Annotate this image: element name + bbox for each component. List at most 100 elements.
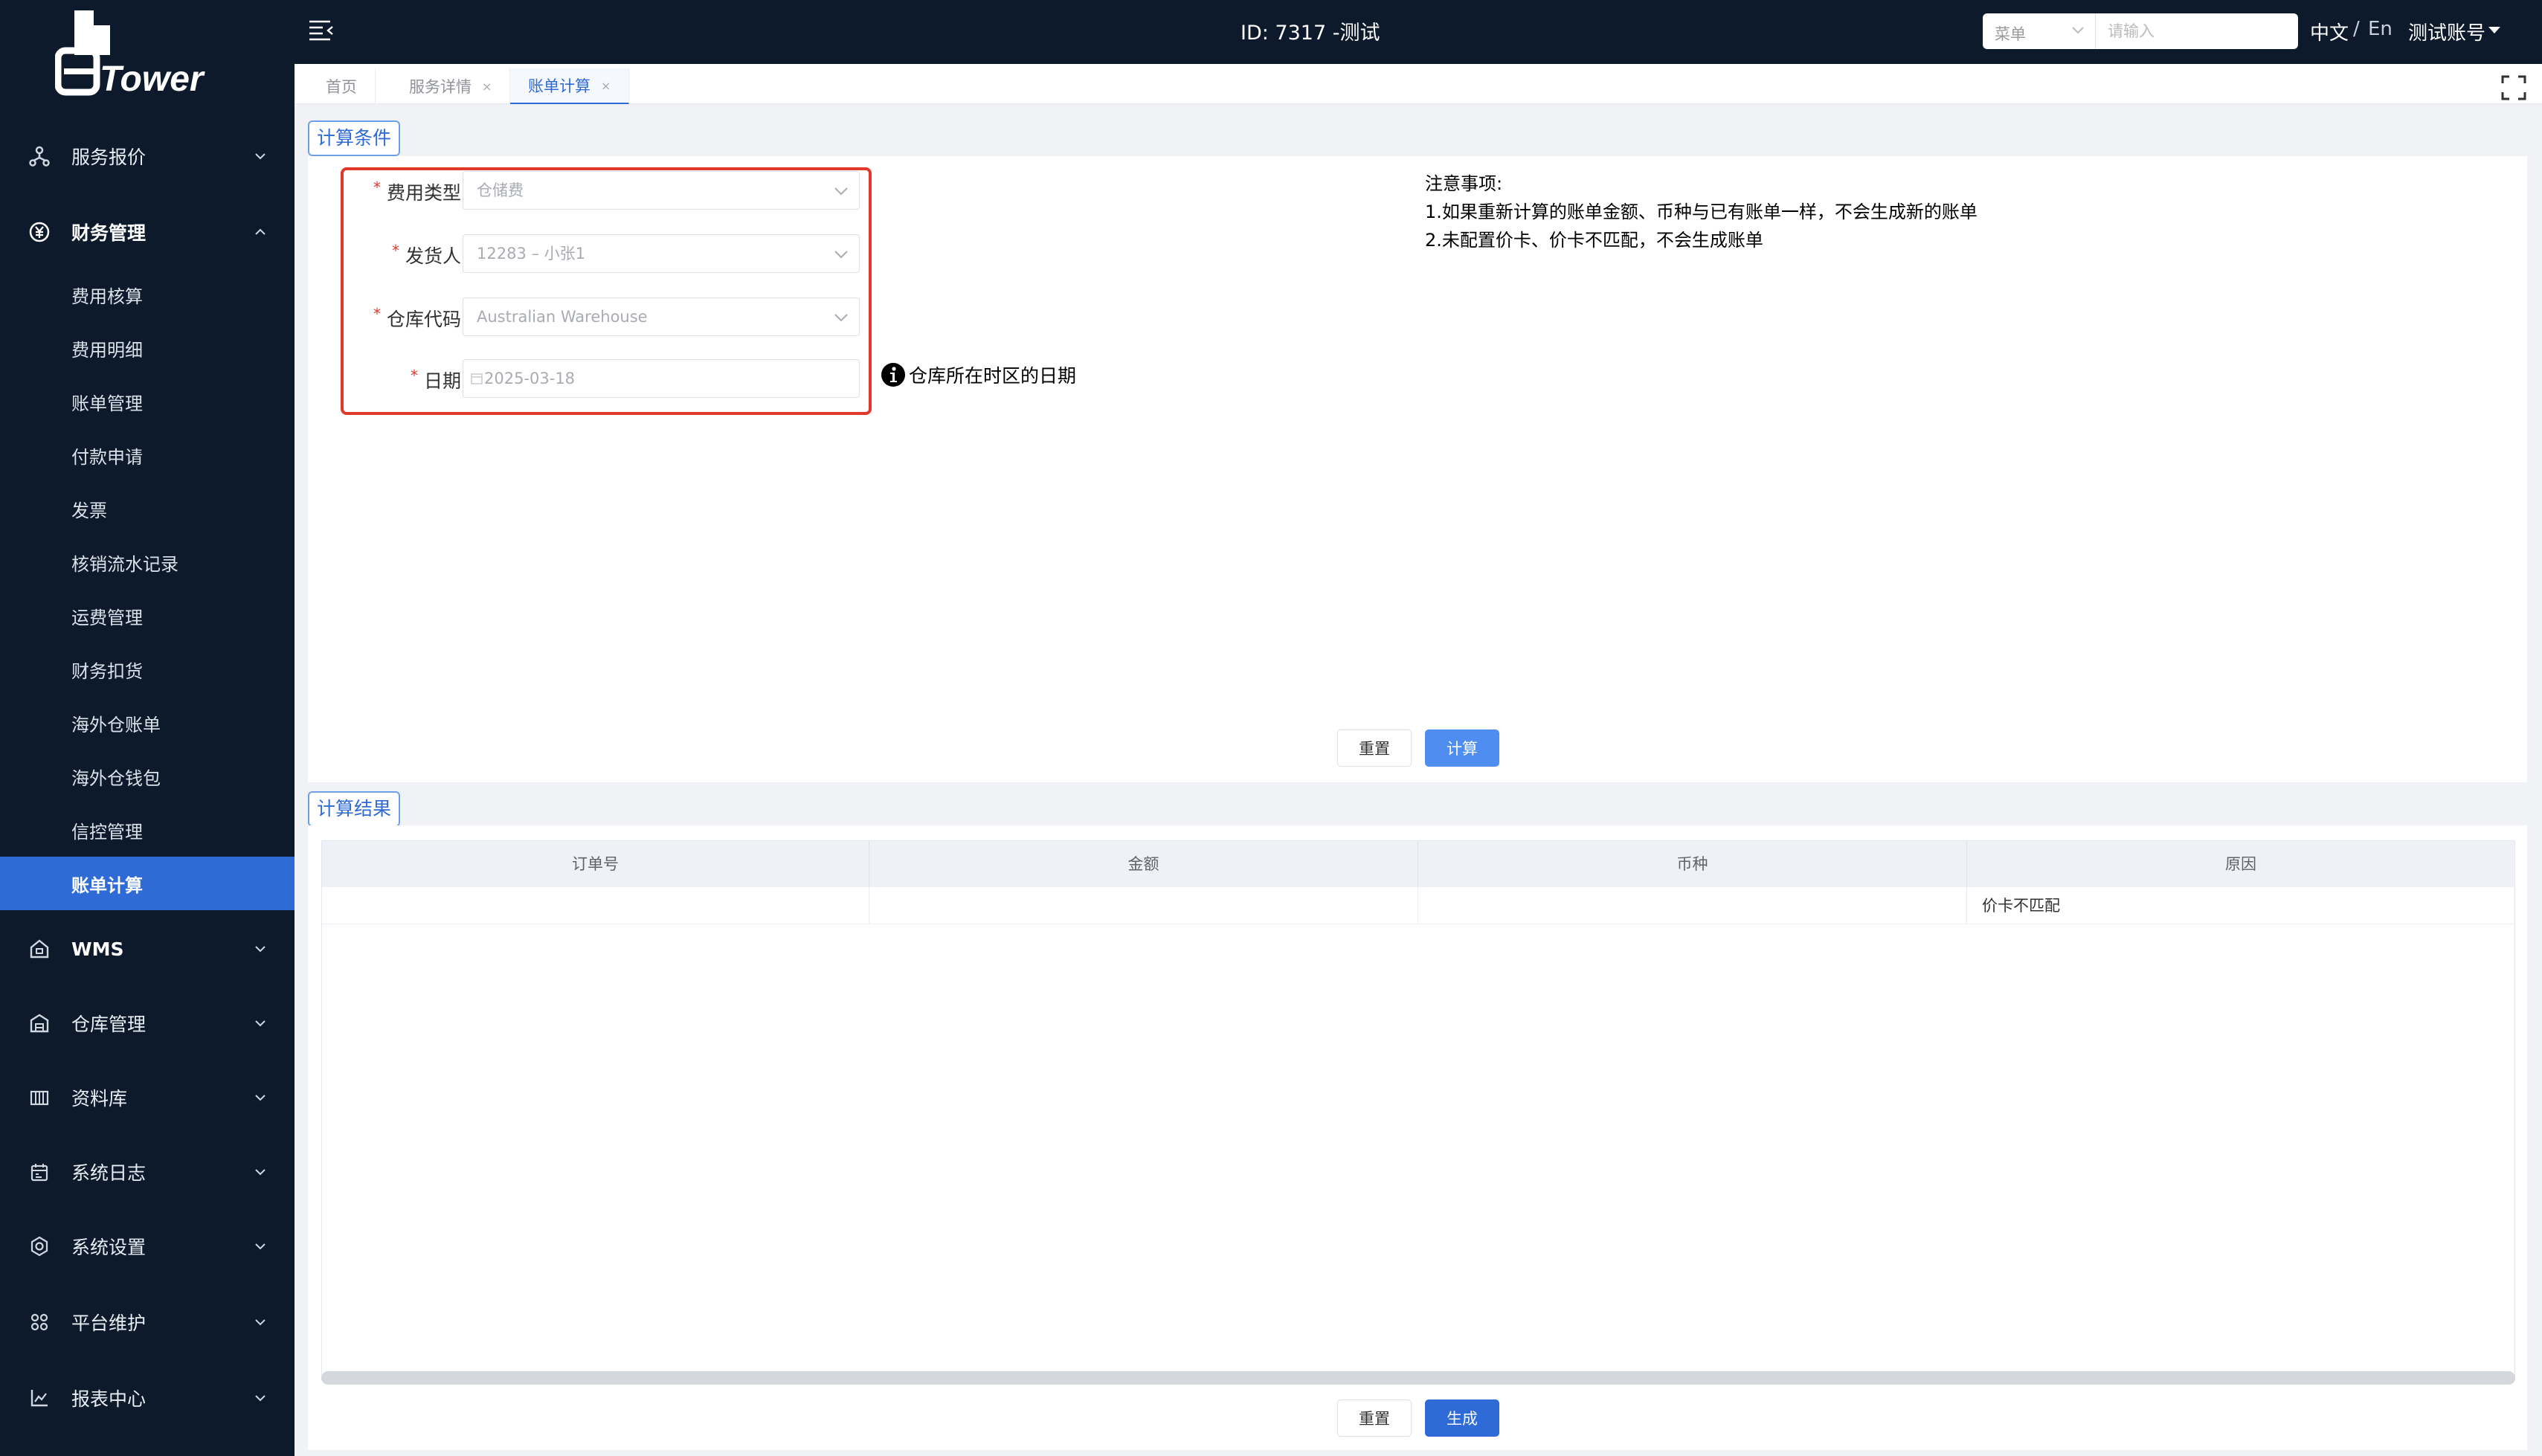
calendar-icon <box>27 1159 52 1185</box>
sidebar-group-report-center[interactable]: 报表中心 <box>0 1368 295 1428</box>
notice-title: 注意事项: <box>1425 173 1503 194</box>
sidebar-group-label: 系统设置 <box>71 1237 147 1258</box>
warehouse-label: * 仓库代码 <box>373 305 461 332</box>
chevron-down-icon <box>255 1020 266 1027</box>
lang-separator: / <box>2353 18 2360 40</box>
lang-cn-link[interactable]: 中文 <box>2310 18 2349 45</box>
sidebar-item-label: 费用核算 <box>71 286 143 307</box>
sidebar-item-writeoff-records[interactable]: 核销流水记录 <box>0 535 295 589</box>
sidebar-group-label: 服务报价 <box>71 146 147 168</box>
shipper-label-text: 发货人 <box>405 245 461 267</box>
tab-bar: 首页 服务详情 × 账单计算 × <box>295 64 2542 104</box>
gear-icon <box>27 1234 52 1259</box>
table-header-order-no: 订单号 <box>322 841 869 887</box>
table-cell-amount <box>869 887 1418 924</box>
sidebar-item-credit-control[interactable]: 信控管理 <box>0 803 295 857</box>
table-cell-reason: 价卡不匹配 <box>1967 887 2514 924</box>
chevron-down-icon <box>834 314 848 322</box>
sidebar-item-label: 账单管理 <box>71 393 143 414</box>
sidebar-group-label: 报表中心 <box>71 1388 147 1410</box>
sidebar-item-label: 财务扣货 <box>71 660 143 682</box>
calculate-button[interactable]: 计算 <box>1425 729 1499 767</box>
sidebar-group-platform-maintenance[interactable]: 平台维护 <box>0 1292 295 1352</box>
date-picker[interactable]: 2025-03-18 <box>463 359 860 398</box>
sidebar-group-finance[interactable]: 财务管理 <box>0 202 295 262</box>
sidebar-item-fee-accounting[interactable]: 费用核算 <box>0 268 295 321</box>
chart-icon <box>27 1385 52 1411</box>
sidebar-item-bill-management[interactable]: 账单管理 <box>0 375 295 428</box>
fee-type-select[interactable]: 仓储费 <box>463 171 860 210</box>
required-mark: * <box>373 305 381 323</box>
reset-button[interactable]: 重置 <box>1337 729 1412 767</box>
chevron-down-icon <box>255 153 266 160</box>
results-table: 订单号 金额 币种 原因 价卡不匹配 <box>321 840 2515 1380</box>
timezone-hint-text: 仓库所在时区的日期 <box>909 365 1077 387</box>
shipper-select[interactable]: 12283 – 小张1 <box>463 234 860 273</box>
sidebar-item-bill-calculation[interactable]: 账单计算 <box>0 857 295 910</box>
sidebar-item-label: 发票 <box>71 500 107 521</box>
form-row-warehouse: * 仓库代码 Australian Warehouse <box>344 296 869 338</box>
close-icon[interactable]: × <box>482 80 492 94</box>
chevron-down-icon <box>255 1169 266 1176</box>
tab-bill-calculation[interactable]: 账单计算 × <box>510 68 630 104</box>
chevron-down-icon <box>2072 27 2084 34</box>
sidebar-group-service-quote[interactable]: 服务报价 <box>0 126 295 186</box>
menu-select[interactable]: 菜单 <box>1983 13 2096 49</box>
sidebar-item-invoice[interactable]: 发票 <box>0 482 295 535</box>
form-row-shipper: * 发货人 12283 – 小张1 <box>344 233 869 274</box>
etower-logo: Tower <box>55 10 205 98</box>
calendar-icon <box>471 373 483 384</box>
caret-down-icon <box>2488 27 2500 33</box>
chevron-down-icon <box>255 1395 266 1402</box>
top-header: ID: 7317 -测试 菜单 中文 / En 测试账号 <box>295 0 2542 64</box>
table-header-amount: 金额 <box>869 841 1418 887</box>
required-mark: * <box>410 367 418 384</box>
sidebar-group-warehouse[interactable]: 仓库管理 <box>0 993 295 1053</box>
fullscreen-icon[interactable] <box>2500 74 2527 101</box>
sidebar-item-label: 核销流水记录 <box>71 553 178 575</box>
horizontal-scrollbar[interactable] <box>321 1371 2515 1385</box>
section-label-conditions: 计算条件 <box>308 120 401 156</box>
warehouse-value: Australian Warehouse <box>477 308 648 326</box>
tab-label: 首页 <box>326 78 357 96</box>
tab-home[interactable]: 首页 <box>308 68 376 104</box>
sidebar-group-system-log[interactable]: 系统日志 <box>0 1142 295 1202</box>
required-mark: * <box>373 178 381 196</box>
yen-circle-icon <box>27 219 52 245</box>
tab-label: 服务详情 <box>409 78 472 96</box>
apps-icon <box>27 1310 52 1335</box>
sidebar-item-payment-request[interactable]: 付款申请 <box>0 428 295 482</box>
notice-item: 1.如果重新计算的账单金额、币种与已有账单一样，不会生成新的账单 <box>1425 202 1978 222</box>
close-icon[interactable]: × <box>601 79 611 93</box>
table-header-reason: 原因 <box>1967 841 2514 887</box>
database-icon <box>27 1085 52 1110</box>
menu-toggle-icon[interactable] <box>308 18 335 43</box>
sidebar-item-fee-details[interactable]: 费用明细 <box>0 321 295 375</box>
chevron-down-icon <box>834 187 848 196</box>
warehouse-select[interactable]: Australian Warehouse <box>463 297 860 336</box>
notice-item: 2.未配置价卡、价卡不匹配，不会生成账单 <box>1425 230 1763 251</box>
warehouse-icon <box>27 936 52 961</box>
sidebar-item-finance-hold[interactable]: 财务扣货 <box>0 642 295 696</box>
shipper-label: * 发货人 <box>392 242 461 268</box>
chevron-down-icon <box>255 1243 266 1250</box>
table-cell-currency <box>1418 887 1967 924</box>
tab-service-details[interactable]: 服务详情 × <box>391 68 511 104</box>
lang-en-link[interactable]: En <box>2368 18 2393 40</box>
generate-button[interactable]: 生成 <box>1425 1399 1499 1437</box>
sidebar-group-label: WMS <box>71 938 124 960</box>
sidebar-item-overseas-wallet[interactable]: 海外仓钱包 <box>0 750 295 803</box>
sidebar-item-freight-management[interactable]: 运费管理 <box>0 589 295 642</box>
shipper-value: 12283 – 小张1 <box>477 245 586 262</box>
sidebar-item-overseas-bill[interactable]: 海外仓账单 <box>0 696 295 750</box>
menu-search-input[interactable] <box>2096 13 2298 49</box>
table-header-currency: 币种 <box>1418 841 1967 887</box>
sidebar-item-label: 费用明细 <box>71 339 143 361</box>
sidebar-group-system-settings[interactable]: 系统设置 <box>0 1217 295 1276</box>
form-row-fee-type: * 费用类型 仓储费 <box>344 170 869 211</box>
sidebar-group-database[interactable]: 资料库 <box>0 1068 295 1127</box>
building-icon <box>27 1011 52 1036</box>
reset-results-button[interactable]: 重置 <box>1337 1399 1412 1437</box>
account-menu[interactable]: 测试账号 <box>2408 18 2485 45</box>
sidebar-group-wms[interactable]: WMS <box>0 919 295 979</box>
